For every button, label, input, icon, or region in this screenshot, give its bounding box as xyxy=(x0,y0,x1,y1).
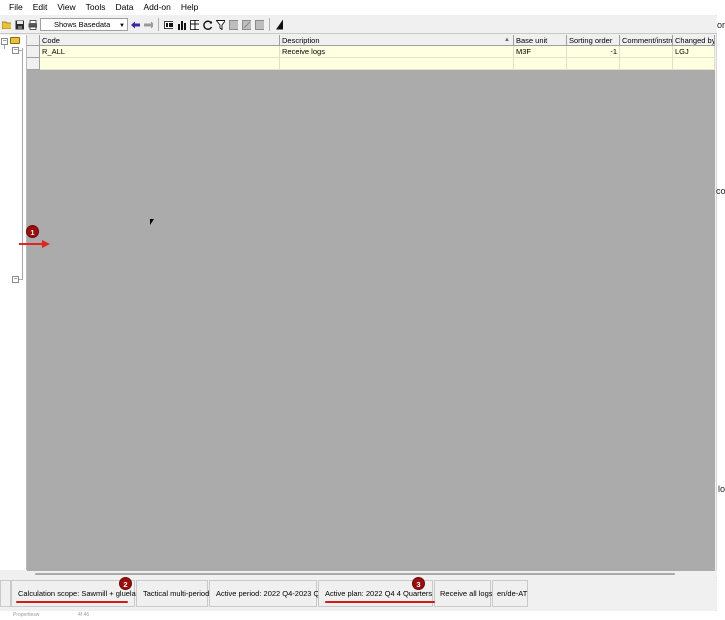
menu-tools[interactable]: Tools xyxy=(81,0,111,15)
annotation-underline xyxy=(16,601,128,603)
back-arrow-icon[interactable] xyxy=(130,19,141,31)
grid-icon-3[interactable] xyxy=(254,19,265,31)
status-locale[interactable]: en/de-AT xyxy=(492,580,528,607)
cell-description[interactable] xyxy=(280,58,514,70)
menu-add-on[interactable]: Add-on xyxy=(138,0,175,15)
data-grid: Code Description ▲ Base unit Sorting ord… xyxy=(27,35,715,571)
menu-help[interactable]: Help xyxy=(176,0,203,15)
annotation-marker-2: 2 xyxy=(119,577,132,590)
table-row[interactable]: R_ALL Receive logs M3F -1 LGJ xyxy=(40,46,715,58)
navigation-tree: − − − xyxy=(0,35,27,570)
menu-file[interactable]: File xyxy=(4,0,28,15)
edge-text-fragment: co xyxy=(716,186,725,196)
grid-header-row: Code Description ▲ Base unit Sorting ord… xyxy=(40,35,715,46)
mouse-pointer-icon xyxy=(150,219,154,225)
column-header-description[interactable]: Description ▲ xyxy=(280,35,514,46)
tree-collapse-icon[interactable]: − xyxy=(1,38,8,45)
refresh-icon[interactable] xyxy=(202,19,213,31)
save-icon[interactable] xyxy=(14,19,25,31)
toolbar-separator xyxy=(269,18,270,31)
menu-bar: File Edit View Tools Data Add-on Help xyxy=(0,0,717,15)
menu-view[interactable]: View xyxy=(52,0,80,15)
column-header-code[interactable]: Code xyxy=(40,35,280,46)
cursor-icon[interactable] xyxy=(274,19,285,31)
view-mode-select[interactable]: Shows Basedata ▼ xyxy=(40,18,128,31)
grid-icon-2[interactable] xyxy=(241,19,252,31)
tree-connector xyxy=(4,45,5,49)
menu-data[interactable]: Data xyxy=(110,0,138,15)
column-header-changed-by[interactable]: Changed by xyxy=(673,35,715,46)
cell-changed-by[interactable]: LGJ xyxy=(673,46,715,58)
cell-code[interactable] xyxy=(40,58,280,70)
tree-connector xyxy=(19,279,23,280)
status-panel-empty xyxy=(0,580,11,607)
cell-base-unit[interactable]: M3F xyxy=(514,46,567,58)
edge-text-fragment: or- xyxy=(717,20,725,30)
chart-icon[interactable] xyxy=(176,19,187,31)
scrollbar-thumb[interactable] xyxy=(35,573,675,575)
cell-base-unit[interactable] xyxy=(514,58,567,70)
table-row-new[interactable] xyxy=(40,58,715,70)
bottom-strip-right-text: 4f 46 xyxy=(78,612,90,618)
menu-edit[interactable]: Edit xyxy=(28,0,53,15)
status-active-period[interactable]: Active period: 2022 Q4-2023 Q3 xyxy=(209,580,324,607)
cell-code[interactable]: R_ALL xyxy=(40,46,280,58)
status-bar: Calculation scope: Sawmill + gluelam Tac… xyxy=(0,578,717,610)
folder-icon[interactable] xyxy=(10,37,20,44)
forward-arrow-icon[interactable] xyxy=(143,19,154,31)
open-folder-icon[interactable] xyxy=(1,19,12,31)
toolbar: Shows Basedata ▼ xyxy=(0,16,717,34)
column-header-sorting-order[interactable]: Sorting order xyxy=(567,35,620,46)
cell-sorting-order[interactable] xyxy=(567,58,620,70)
status-receive[interactable]: Receive all logs xyxy=(434,580,493,607)
tree-collapse-icon[interactable]: − xyxy=(12,276,19,283)
row-header[interactable] xyxy=(27,46,40,58)
horizontal-scrollbar[interactable] xyxy=(27,571,717,577)
annotation-arrow xyxy=(19,243,43,245)
chevron-down-icon: ▼ xyxy=(119,23,125,29)
annotation-underline xyxy=(325,601,435,603)
column-header-base-unit[interactable]: Base unit xyxy=(514,35,567,46)
column-header-comment[interactable]: Comment/instruc xyxy=(620,35,673,46)
column-header-description-label: Description xyxy=(282,36,320,45)
tree-collapse-icon[interactable]: − xyxy=(12,47,19,54)
toolbar-separator xyxy=(158,18,159,31)
cell-comment[interactable] xyxy=(620,58,673,70)
bottom-strip: Propertiesw 4f 46 xyxy=(0,611,725,620)
edge-text-fragment: lo xyxy=(718,484,725,494)
grid-icon[interactable] xyxy=(228,19,239,31)
grid-corner[interactable] xyxy=(27,35,40,46)
view-mode-select-value: Shows Basedata xyxy=(54,20,111,29)
application-window: File Edit View Tools Data Add-on Help Sh… xyxy=(0,0,717,620)
row-header[interactable] xyxy=(27,58,40,70)
status-planning-mode[interactable]: Tactical multi-period xyxy=(136,580,209,607)
arrow-right-icon xyxy=(42,240,50,248)
bottom-strip-left-text: Propertiesw xyxy=(13,612,40,618)
print-icon[interactable] xyxy=(27,19,38,31)
columns-icon[interactable] xyxy=(189,19,200,31)
annotation-marker-1: 1 xyxy=(26,225,39,238)
cell-description[interactable]: Receive logs xyxy=(280,46,514,58)
sort-ascending-icon: ▲ xyxy=(504,37,510,43)
cell-sorting-order[interactable]: -1 xyxy=(567,46,620,58)
filter-icon[interactable] xyxy=(215,19,226,31)
id-icon[interactable] xyxy=(163,19,174,31)
cell-comment[interactable] xyxy=(620,46,673,58)
annotation-marker-3: 3 xyxy=(412,577,425,590)
cell-changed-by[interactable] xyxy=(673,58,715,70)
